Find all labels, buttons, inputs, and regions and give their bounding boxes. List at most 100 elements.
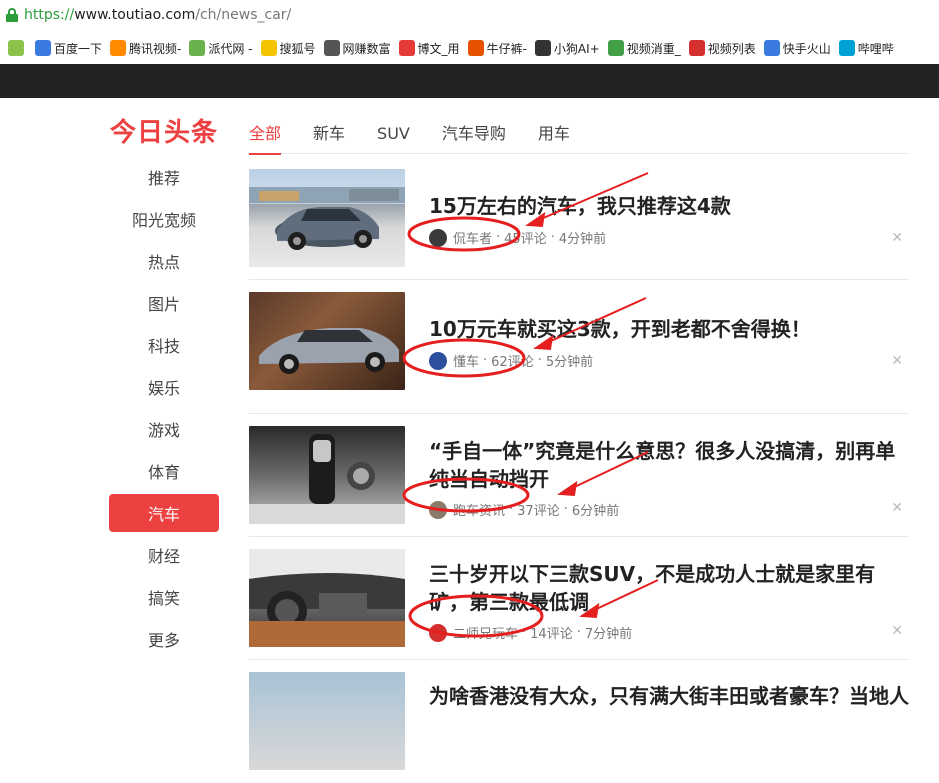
bookmark-item[interactable]: 视频消重_ <box>607 40 681 57</box>
tab-new-cars[interactable]: 新车 <box>313 114 345 154</box>
toutiao-logo[interactable]: 今日头条 <box>110 112 218 149</box>
play-circle-red-icon <box>688 40 705 56</box>
bookmark-item[interactable]: 博文_用 <box>398 40 460 57</box>
bookmark-item[interactable] <box>8 40 27 56</box>
article-feed: 15万左右的汽车，我只推荐这4款 侃车者 · 45评论 · 4分钟前 ✕ 10万… <box>249 168 909 783</box>
bookmark-item[interactable]: 哔哩哔 <box>838 40 894 57</box>
url-scheme: https:// <box>24 7 75 23</box>
bookmark-item[interactable]: 派代网 - <box>189 40 253 57</box>
author-avatar[interactable] <box>429 351 447 370</box>
sidebar-item-entertainment[interactable]: 娱乐 <box>109 368 219 406</box>
bookmark-item[interactable]: 小狗AI+ <box>534 40 600 57</box>
comment-count[interactable]: 62评论 <box>491 351 534 370</box>
publish-time: 5分钟前 <box>545 355 594 370</box>
author-name[interactable]: 懂车 <box>453 351 479 370</box>
author-avatar[interactable] <box>429 623 447 642</box>
headphone-icon <box>323 40 340 56</box>
sidebar-item-sports[interactable]: 体育 <box>109 452 219 490</box>
dislike-close-icon[interactable]: ✕ <box>891 230 903 246</box>
article-meta: 侃车者 · 45评论 · 4分钟前 <box>429 228 606 247</box>
article-title[interactable]: 10万元车就买这3款，开到老都不舍得换！ <box>429 315 909 343</box>
sidebar-item-video[interactable]: 阳光宽频 <box>109 200 219 238</box>
article-meta: 跑车资讯 · 37评论 · 6分钟前 <box>429 500 619 519</box>
dislike-close-icon[interactable]: ✕ <box>891 500 903 516</box>
dislike-close-icon[interactable]: ✕ <box>891 353 903 369</box>
comment-count[interactable]: 45评论 <box>504 228 547 247</box>
sohu-icon <box>260 40 277 56</box>
bookmark-label: 派代网 - <box>208 41 253 56</box>
hao-icon <box>8 40 24 56</box>
article-title[interactable]: 为啥香港没有大众，只有满大街丰田或者豪车？当地人 <box>429 682 909 710</box>
tab-suv[interactable]: SUV <box>377 114 410 154</box>
top-dark-bar <box>0 64 939 98</box>
dislike-close-icon[interactable]: ✕ <box>891 623 903 639</box>
comment-count[interactable]: 37评论 <box>517 500 560 519</box>
sidebar-item-images[interactable]: 图片 <box>109 284 219 322</box>
tencent-video-icon <box>110 40 127 56</box>
bookmark-item[interactable]: 牛仔裤- <box>467 40 527 57</box>
article-title[interactable]: 三十岁开以下三款SUV，不是成功人士就是家里有矿，第三款最低调 <box>429 560 909 616</box>
author-name[interactable]: 跑车资讯 <box>453 500 505 519</box>
address-bar[interactable]: https:// www.toutiao.com /ch/news_car/ <box>0 0 939 30</box>
article-meta: 二师兄玩车 · 14评论 · 7分钟前 <box>429 623 632 642</box>
tab-all[interactable]: 全部 <box>249 114 282 155</box>
tab-car-use[interactable]: 用车 <box>538 114 570 154</box>
article-meta: 懂车 · 62评论 · 5分钟前 <box>429 351 593 370</box>
bookmark-label: 快手火山 <box>782 41 831 56</box>
bookmark-label: 视频消重_ <box>626 41 681 56</box>
bowen-icon <box>398 40 415 56</box>
article-title[interactable]: “手自一体”究竟是什么意思？很多人没搞清，别再单纯当自动挡开 <box>429 437 909 493</box>
publish-time: 7分钟前 <box>584 627 633 642</box>
article-card: 为啥香港没有大众，只有满大街丰田或者豪车？当地人 <box>249 660 909 783</box>
sidebar-item-hot[interactable]: 热点 <box>109 242 219 280</box>
bookmark-label: 网赚数富 <box>342 41 391 56</box>
bookmark-item[interactable]: 视频列表 <box>688 40 756 57</box>
bookmark-label: 牛仔裤- <box>486 41 527 56</box>
bookmark-item[interactable]: 腾讯视频- <box>110 40 181 57</box>
article-thumbnail[interactable] <box>249 672 405 770</box>
paw-icon <box>763 40 780 56</box>
category-tabs: 全部 新车 SUV 汽车导购 用车 <box>249 114 909 155</box>
jeans-icon <box>467 40 484 56</box>
author-avatar[interactable] <box>429 500 447 519</box>
article-card: “手自一体”究竟是什么意思？很多人没搞清，别再单纯当自动挡开 跑车资讯 · 37… <box>249 414 909 537</box>
dog-icon <box>534 40 551 56</box>
sidebar-item-more[interactable]: 更多 <box>109 620 219 658</box>
bookmark-label: 小狗AI+ <box>553 41 600 56</box>
bookmark-item[interactable]: 搜狐号 <box>260 40 316 57</box>
author-name[interactable]: 二师兄玩车 <box>453 623 518 642</box>
url-path: /ch/news_car/ <box>195 7 292 23</box>
publish-time: 6分钟前 <box>571 504 620 519</box>
bookmark-label: 搜狐号 <box>279 41 316 56</box>
bookmark-label: 哔哩哔 <box>857 41 894 56</box>
lock-icon <box>6 8 18 22</box>
article-thumbnail[interactable] <box>249 549 405 647</box>
bilibili-icon <box>838 40 855 56</box>
sidebar-item-tech[interactable]: 科技 <box>109 326 219 364</box>
article-card: 15万左右的汽车，我只推荐这4款 侃车者 · 45评论 · 4分钟前 ✕ <box>249 168 909 280</box>
bookmark-label: 视频列表 <box>707 41 756 56</box>
article-thumbnail[interactable] <box>249 292 405 390</box>
article-thumbnail[interactable] <box>249 426 405 524</box>
article-thumbnail[interactable] <box>249 169 405 267</box>
sidebar-item-finance[interactable]: 财经 <box>109 536 219 574</box>
baidu-paw-icon <box>35 40 51 56</box>
tab-buying-guide[interactable]: 汽车导购 <box>442 114 506 154</box>
url-host: www.toutiao.com <box>74 7 196 23</box>
play-circle-icon <box>607 40 624 56</box>
article-title[interactable]: 15万左右的汽车，我只推荐这4款 <box>429 192 909 220</box>
author-avatar[interactable] <box>429 228 447 247</box>
bookmark-item[interactable]: 网赚数富 <box>323 40 391 57</box>
bookmark-item[interactable]: 百度一下 <box>35 40 102 57</box>
publish-time: 4分钟前 <box>558 232 607 247</box>
article-card: 10万元车就买这3款，开到老都不舍得换！ 懂车 · 62评论 · 5分钟前 ✕ <box>249 291 909 414</box>
article-card: 三十岁开以下三款SUV，不是成功人士就是家里有矿，第三款最低调 二师兄玩车 · … <box>249 537 909 660</box>
comment-count[interactable]: 14评论 <box>530 623 573 642</box>
sidebar-item-games[interactable]: 游戏 <box>109 410 219 448</box>
paidai-icon <box>189 40 206 56</box>
sidebar-item-cars[interactable]: 汽车 <box>109 494 219 532</box>
bookmark-item[interactable]: 快手火山 <box>763 40 831 57</box>
sidebar-item-recommend[interactable]: 推荐 <box>109 158 219 196</box>
sidebar-item-funny[interactable]: 搞笑 <box>109 578 219 616</box>
author-name[interactable]: 侃车者 <box>453 228 492 247</box>
